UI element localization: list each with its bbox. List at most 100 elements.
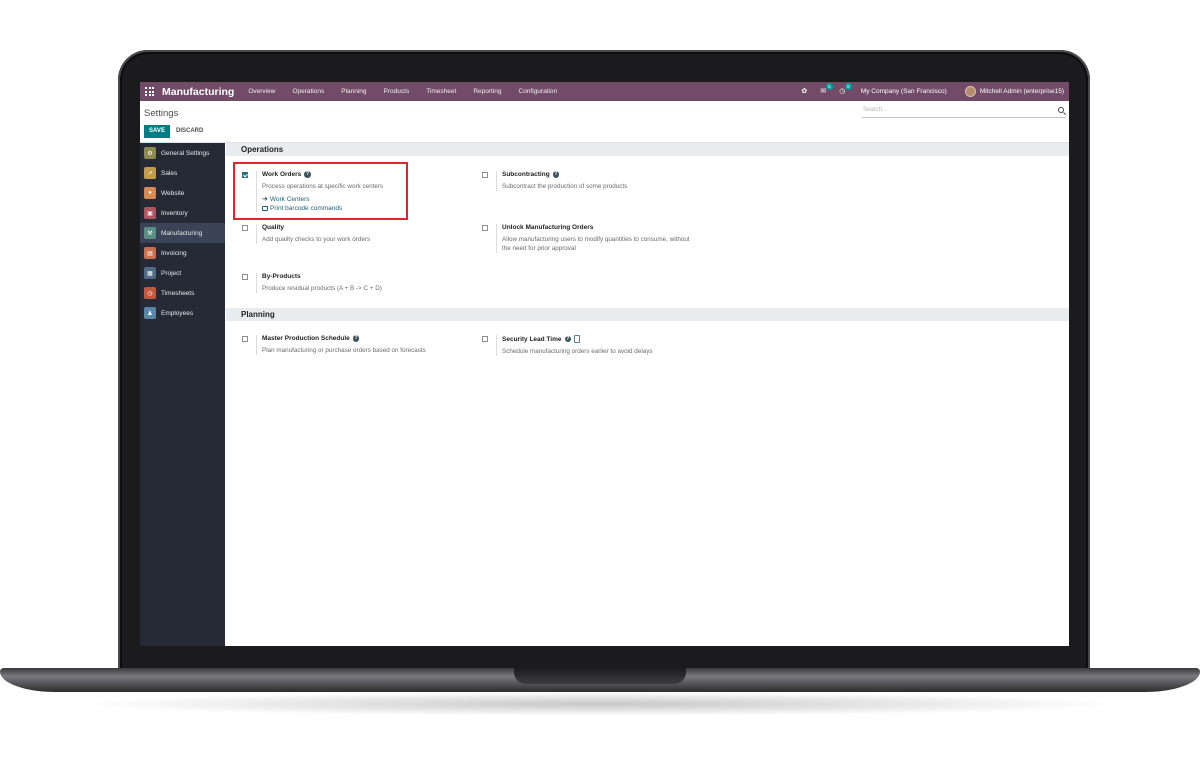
sidebar-item-invoicing[interactable]: ▤ Invoicing (140, 243, 225, 263)
user-menu[interactable]: Mitchell Admin (enterprise15) (980, 88, 1064, 95)
menu-planning[interactable]: Planning (341, 88, 366, 95)
screen: Manufacturing Overview Operations Planni… (140, 82, 1069, 646)
app-name[interactable]: Manufacturing (162, 86, 234, 98)
security-lead-time-title: Security Lead Time (502, 335, 562, 343)
avatar[interactable] (964, 86, 976, 97)
sidebar-item-general-settings[interactable]: ⚙ General Settings (140, 143, 225, 163)
subcontracting-desc: Subcontract the production of some produ… (502, 183, 628, 190)
chart-icon: ↗ (144, 167, 156, 179)
sidebar-item-sales[interactable]: ↗ Sales (140, 163, 225, 183)
highlight-box (233, 162, 408, 220)
sidebar-item-label: General Settings (161, 149, 210, 157)
menu-operations[interactable]: Operations (292, 88, 324, 95)
search-placeholder: Search... (863, 107, 888, 113)
page-title: Settings (144, 108, 179, 119)
setting-by-products: By-Products Produce residual products (A… (242, 273, 442, 297)
activities-badge: 8 (844, 83, 852, 90)
search-icon[interactable] (1058, 107, 1064, 113)
bug-icon[interactable]: ✿ (800, 87, 809, 96)
menu-overview[interactable]: Overview (248, 88, 275, 95)
discard-button[interactable]: DISCARD (176, 125, 203, 138)
mps-title-row: Master Production Schedule ? (262, 335, 426, 342)
sidebar-item-label: Project (161, 269, 182, 277)
apps-menu-icon[interactable] (145, 87, 154, 96)
by-products-checkbox[interactable] (242, 274, 248, 280)
search-input[interactable]: Search... (862, 105, 1066, 118)
by-products-desc: Produce residual products (A + B -> C + … (262, 285, 382, 292)
messages-badge: 5 (825, 83, 833, 90)
subcontracting-body: Subcontracting ? Subcontract the product… (496, 171, 627, 191)
sidebar-item-manufacturing[interactable]: ⚒ Manufacturing (140, 223, 225, 243)
menu-configuration[interactable]: Configuration (519, 88, 558, 95)
puzzle-icon: ▦ (144, 267, 156, 279)
mps-body: Master Production Schedule ? Plan manufa… (256, 335, 426, 355)
people-icon: ♟ (144, 307, 156, 319)
sidebar-item-label: Employees (161, 309, 194, 317)
invoice-icon: ▤ (144, 247, 156, 259)
setting-subcontracting: Subcontracting ? Subcontract the product… (482, 171, 722, 195)
help-icon[interactable]: ? (564, 335, 571, 343)
gear-icon: ⚙ (144, 147, 156, 159)
menu-reporting[interactable]: Reporting (473, 88, 501, 95)
settings-content: Operations Work Orders ? Process operati… (226, 143, 1069, 646)
sidebar-item-label: Inventory (161, 209, 188, 217)
sidebar-item-timesheets[interactable]: ◷ Timesheets (140, 283, 225, 303)
security-lead-time-title-row: Security Lead Time ? (502, 335, 653, 343)
by-products-body: By-Products Produce residual products (A… (256, 273, 382, 293)
menu-products[interactable]: Products (384, 88, 410, 95)
control-panel: Settings SAVE DISCARD Search... (140, 101, 1069, 143)
activities-icon[interactable]: ◷ 8 (838, 83, 852, 96)
sidebar-item-project[interactable]: ▦ Project (140, 263, 225, 283)
unlock-mo-desc-line1: Allow manufacturing users to modify quan… (502, 236, 690, 243)
subcontracting-title-row: Subcontracting ? (502, 171, 627, 178)
section-title-operations: Operations (226, 143, 1069, 156)
clock-icon: ◷ (144, 287, 156, 299)
unlock-mo-desc-line2: the need for prior approval (502, 245, 576, 252)
setting-mps: Master Production Schedule ? Plan manufa… (242, 335, 462, 359)
quality-desc: Add quality checks to your work orders (262, 236, 371, 243)
messages-icon[interactable]: ✉ 5 (819, 83, 833, 96)
globe-icon: ● (144, 187, 156, 199)
quality-body: Quality Add quality checks to your work … (256, 224, 370, 244)
setting-unlock-mo: Unlock Manufacturing Orders Allow manufa… (482, 224, 742, 256)
sidebar-item-label: Website (161, 189, 185, 197)
quality-checkbox[interactable] (242, 225, 248, 231)
help-icon[interactable]: ? (552, 171, 560, 178)
unlock-mo-checkbox[interactable] (482, 225, 488, 231)
unlock-mo-desc: Allow manufacturing users to modify quan… (502, 235, 690, 253)
subcontracting-checkbox[interactable] (482, 172, 488, 178)
sidebar-item-inventory[interactable]: ▣ Inventory (140, 203, 225, 223)
laptop-shadow (70, 692, 1130, 716)
box-icon: ▣ (144, 207, 156, 219)
building-icon (574, 335, 580, 343)
security-lead-time-checkbox[interactable] (482, 336, 488, 342)
save-button[interactable]: SAVE (144, 125, 170, 138)
mps-checkbox[interactable] (242, 336, 248, 342)
sidebar-item-label: Timesheets (161, 289, 195, 297)
setting-quality: Quality Add quality checks to your work … (242, 224, 442, 248)
wrench-icon: ⚒ (144, 227, 156, 239)
company-switcher[interactable]: My Company (San Francisco) (861, 88, 947, 95)
mps-title: Master Production Schedule (262, 335, 350, 342)
sidebar-item-label: Invoicing (161, 249, 187, 257)
sidebar-item-label: Manufacturing (161, 229, 203, 237)
by-products-title: By-Products (262, 273, 301, 280)
sidebar-item-employees[interactable]: ♟ Employees (140, 303, 225, 323)
laptop-notch (514, 668, 686, 684)
sidebar-item-website[interactable]: ● Website (140, 183, 225, 203)
unlock-mo-title: Unlock Manufacturing Orders (502, 224, 594, 231)
quality-title: Quality (262, 224, 285, 231)
settings-sidebar: ⚙ General Settings ↗ Sales ● Website ▣ I… (140, 143, 225, 646)
subcontracting-title: Subcontracting (502, 171, 550, 178)
help-icon[interactable]: ? (352, 335, 360, 342)
unlock-mo-body: Unlock Manufacturing Orders Allow manufa… (496, 224, 690, 253)
security-lead-time-desc: Schedule manufacturing orders earlier to… (502, 348, 653, 355)
top-navbar: Manufacturing Overview Operations Planni… (140, 82, 1069, 101)
setting-security-lead-time: Security Lead Time ? Schedule manufactur… (482, 335, 702, 359)
menu-timesheet[interactable]: Timesheet (426, 88, 456, 95)
sidebar-item-label: Sales (161, 169, 178, 177)
navbar-systray: ✿ ✉ 5 ◷ 8 My Company (San Francisco) Mit… (800, 82, 1069, 101)
section-title-planning: Planning (226, 308, 1069, 321)
mps-desc: Plan manufacturing or purchase orders ba… (262, 347, 426, 354)
security-lead-time-body: Security Lead Time ? Schedule manufactur… (496, 335, 653, 356)
